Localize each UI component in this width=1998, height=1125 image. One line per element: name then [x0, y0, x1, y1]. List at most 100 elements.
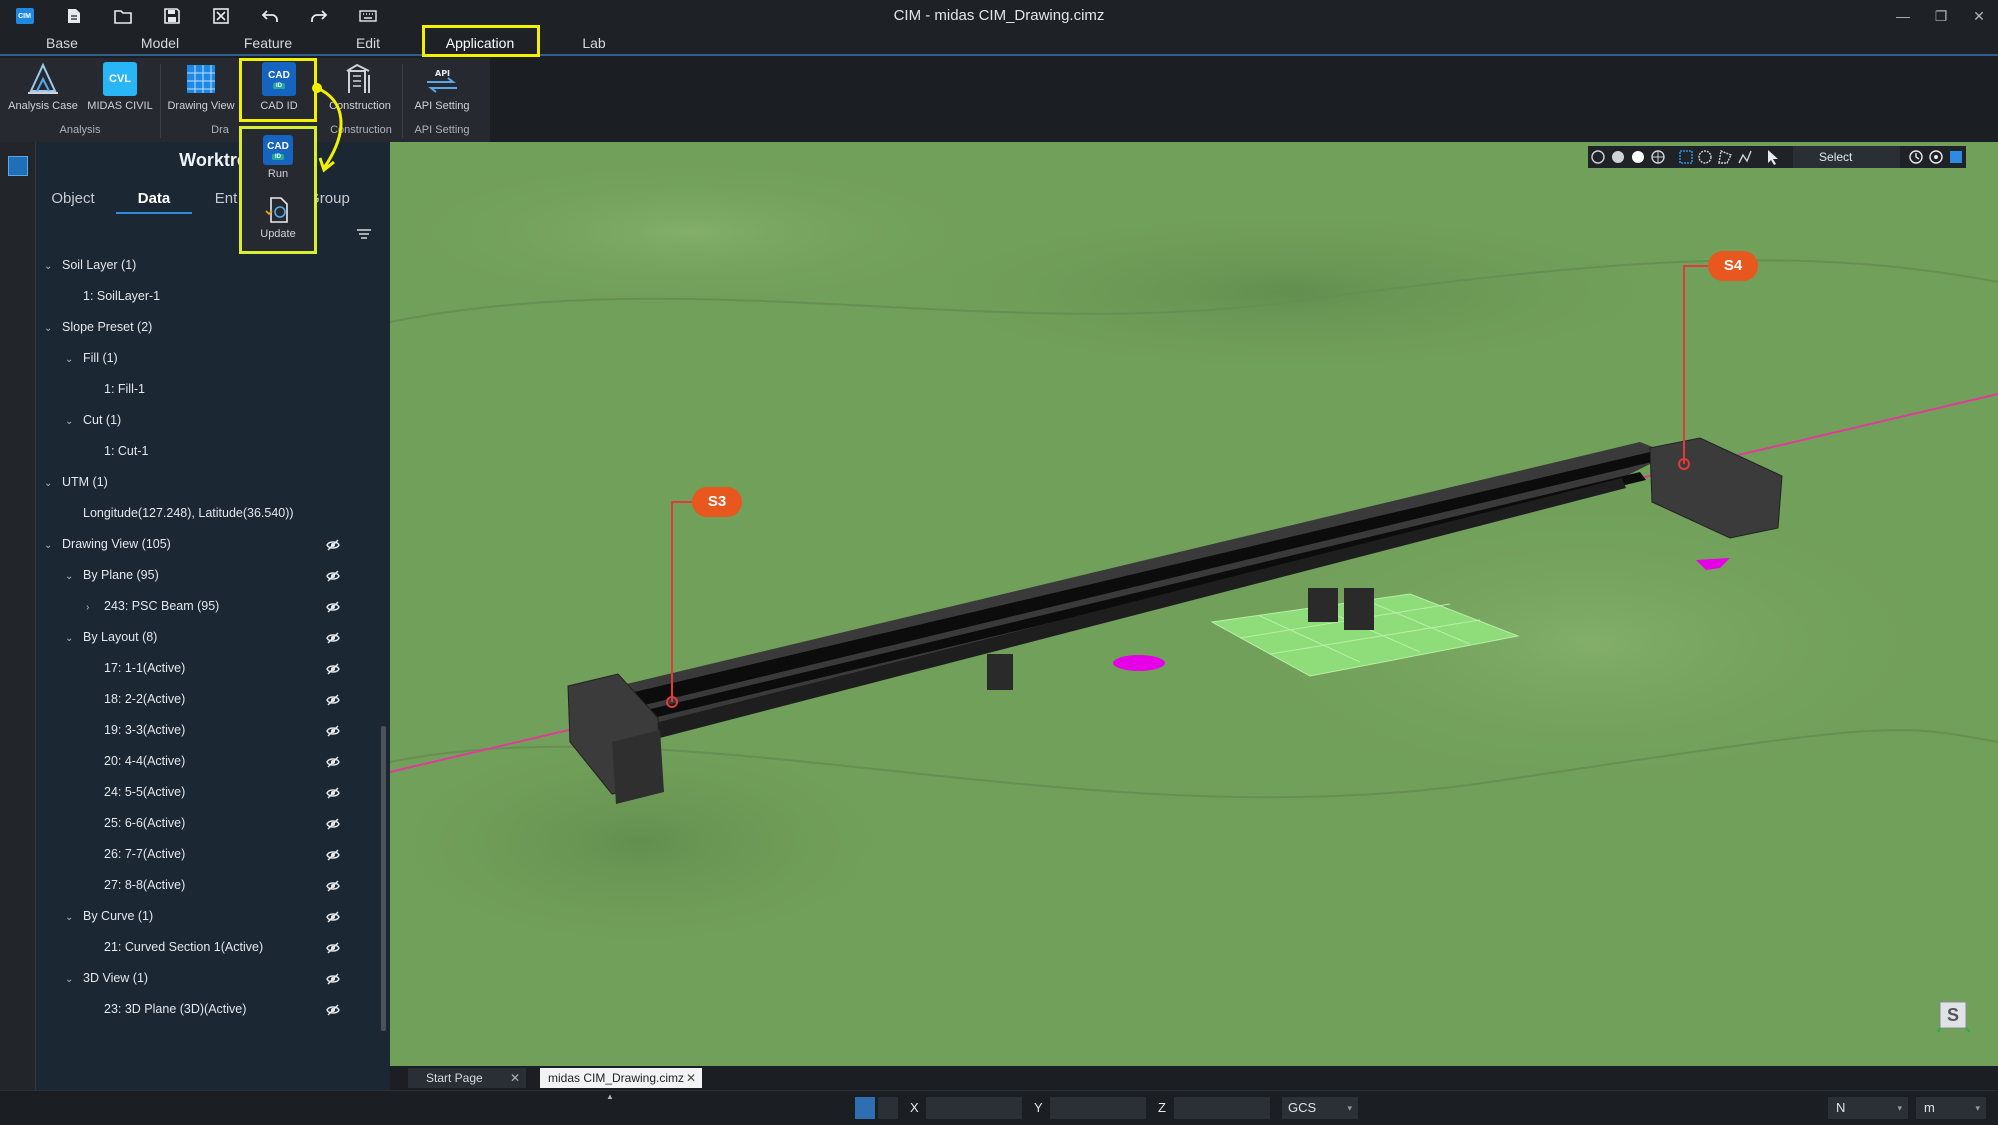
tab-edit[interactable]: Edit: [340, 32, 396, 54]
snap-icon[interactable]: [855, 1097, 875, 1119]
expand-icon[interactable]: ▲: [606, 1092, 614, 1101]
visibility-eye-icon[interactable]: [326, 777, 342, 808]
line-select-icon[interactable]: [1735, 146, 1755, 168]
analysis-case-button[interactable]: Analysis Case: [4, 62, 82, 112]
close-icon[interactable]: ✕: [1960, 0, 1998, 32]
restore-icon[interactable]: ❐: [1922, 0, 1960, 32]
tree-node[interactable]: ⌄ Cut (1): [65, 405, 121, 436]
tree-node[interactable]: ⌄ By Plane (95): [65, 560, 159, 591]
tree-node[interactable]: 24: 5-5(Active): [86, 777, 185, 808]
tree-node[interactable]: ⌄ 3D View (1): [65, 963, 148, 994]
tab-start-page[interactable]: Start Page ✕: [408, 1068, 526, 1088]
chevron-down-icon[interactable]: ⌄: [65, 902, 75, 933]
chevron-down-icon[interactable]: ⌄: [65, 406, 75, 437]
tree-node[interactable]: 18: 2-2(Active): [86, 684, 185, 715]
callout-s4[interactable]: S4: [1708, 251, 1758, 281]
tab-model[interactable]: Model: [126, 32, 194, 54]
tab-drawing[interactable]: midas CIM_Drawing.cimz ✕: [540, 1068, 702, 1088]
tree-node[interactable]: 20: 4-4(Active): [86, 746, 185, 777]
visibility-eye-icon[interactable]: [326, 932, 342, 963]
visibility-eye-icon[interactable]: [326, 653, 342, 684]
visibility-eye-icon[interactable]: [326, 963, 342, 994]
visibility-eye-icon[interactable]: [326, 560, 342, 591]
chevron-down-icon[interactable]: ⌄: [44, 313, 54, 344]
redo-icon[interactable]: [294, 0, 343, 32]
midas-civil-button[interactable]: CVL MIDAS CIVIL: [82, 62, 158, 112]
tree-node[interactable]: ⌄ Fill (1): [65, 343, 118, 374]
sort-icon[interactable]: [356, 228, 372, 240]
visibility-eye-icon[interactable]: [326, 994, 342, 1025]
visibility-eye-icon[interactable]: [326, 870, 342, 901]
nav-cube[interactable]: S: [1936, 998, 1972, 1034]
tab-base[interactable]: Base: [30, 32, 94, 54]
direction-select[interactable]: N ▾: [1828, 1097, 1908, 1119]
tree-scrollbar[interactable]: [381, 726, 386, 1031]
visibility-eye-icon[interactable]: [326, 808, 342, 839]
visibility-eye-icon[interactable]: [326, 529, 342, 560]
undo-icon[interactable]: [245, 0, 294, 32]
chevron-down-icon[interactable]: ⌄: [44, 251, 54, 282]
close-tab-icon[interactable]: ✕: [686, 1068, 696, 1088]
cad-update-button[interactable]: Update: [242, 189, 314, 249]
tree-node[interactable]: ⌄ Drawing View (105): [44, 529, 171, 560]
visibility-eye-icon[interactable]: [326, 591, 342, 622]
tree-node[interactable]: 26: 7-7(Active): [86, 839, 185, 870]
tab-data[interactable]: Data: [116, 186, 192, 214]
chevron-down-icon[interactable]: ⌄: [65, 623, 75, 654]
cursor-icon[interactable]: [1763, 146, 1783, 168]
wireframe-icon[interactable]: [1648, 146, 1668, 168]
chevron-down-icon[interactable]: ⌄: [44, 468, 54, 499]
chevron-right-icon[interactable]: ›: [86, 592, 96, 623]
new-file-icon[interactable]: [49, 0, 98, 32]
settings-circle-icon[interactable]: [1926, 146, 1946, 168]
tab-object[interactable]: Object: [42, 186, 104, 214]
measure-icon[interactable]: [878, 1097, 898, 1119]
keyboard-icon[interactable]: [343, 0, 392, 32]
tab-feature[interactable]: Feature: [232, 32, 304, 54]
chevron-down-icon[interactable]: ⌄: [65, 561, 75, 592]
visibility-eye-icon[interactable]: [326, 839, 342, 870]
shaded-icon[interactable]: [1608, 146, 1628, 168]
tree-node[interactable]: ⌄ Slope Preset (2): [44, 312, 152, 343]
view-orbit-icon[interactable]: [1588, 146, 1608, 168]
visibility-eye-icon[interactable]: [326, 622, 342, 653]
tree-node[interactable]: ⌄ UTM (1): [44, 467, 108, 498]
y-coord-field[interactable]: [1050, 1097, 1146, 1119]
tree-node[interactable]: ⌄ By Curve (1): [65, 901, 153, 932]
tree-node[interactable]: › 243: PSC Beam (95): [86, 591, 219, 622]
chevron-down-icon[interactable]: ⌄: [44, 530, 54, 561]
polygon-select-icon[interactable]: [1715, 146, 1735, 168]
unit-select[interactable]: m ▾: [1916, 1097, 1986, 1119]
clock-icon[interactable]: [1906, 146, 1926, 168]
tree-node[interactable]: Longitude(127.248), Latitude(36.540)): [65, 498, 294, 529]
z-coord-field[interactable]: [1174, 1097, 1270, 1119]
open-folder-icon[interactable]: [98, 0, 147, 32]
api-setting-button[interactable]: API API Setting: [404, 62, 480, 112]
tab-lab[interactable]: Lab: [566, 32, 622, 54]
tree-node[interactable]: 17: 1-1(Active): [86, 653, 185, 684]
render-icon[interactable]: [1946, 146, 1966, 168]
visibility-eye-icon[interactable]: [326, 746, 342, 777]
tree-node[interactable]: ⌄ By Layout (8): [65, 622, 157, 653]
box-select-icon[interactable]: [1676, 146, 1696, 168]
tree-node[interactable]: 23: 3D Plane (3D)(Active): [86, 994, 246, 1025]
save-icon[interactable]: [147, 0, 196, 32]
close-file-icon[interactable]: [196, 0, 245, 32]
close-tab-icon[interactable]: ✕: [510, 1068, 520, 1088]
tree-node[interactable]: 1: SoilLayer-1: [65, 281, 160, 312]
select-mode-dropdown[interactable]: Select: [1793, 146, 1901, 168]
tree-node[interactable]: 19: 3-3(Active): [86, 715, 185, 746]
x-coord-field[interactable]: [926, 1097, 1022, 1119]
app-logo[interactable]: CIM: [0, 0, 49, 32]
chevron-down-icon[interactable]: ⌄: [65, 964, 75, 995]
chevron-down-icon[interactable]: ⌄: [65, 344, 75, 375]
tree-node[interactable]: 1: Cut-1: [86, 436, 148, 467]
minimize-icon[interactable]: —: [1884, 0, 1922, 32]
coord-system-select[interactable]: GCS ▾: [1282, 1097, 1358, 1119]
solid-icon[interactable]: [1628, 146, 1648, 168]
tree-node[interactable]: 1: Fill-1: [86, 374, 145, 405]
tree-node[interactable]: ⌄ Soil Layer (1): [44, 250, 136, 281]
visibility-eye-icon[interactable]: [326, 715, 342, 746]
drawing-view-button[interactable]: Drawing View: [162, 62, 240, 112]
visibility-eye-icon[interactable]: [326, 684, 342, 715]
